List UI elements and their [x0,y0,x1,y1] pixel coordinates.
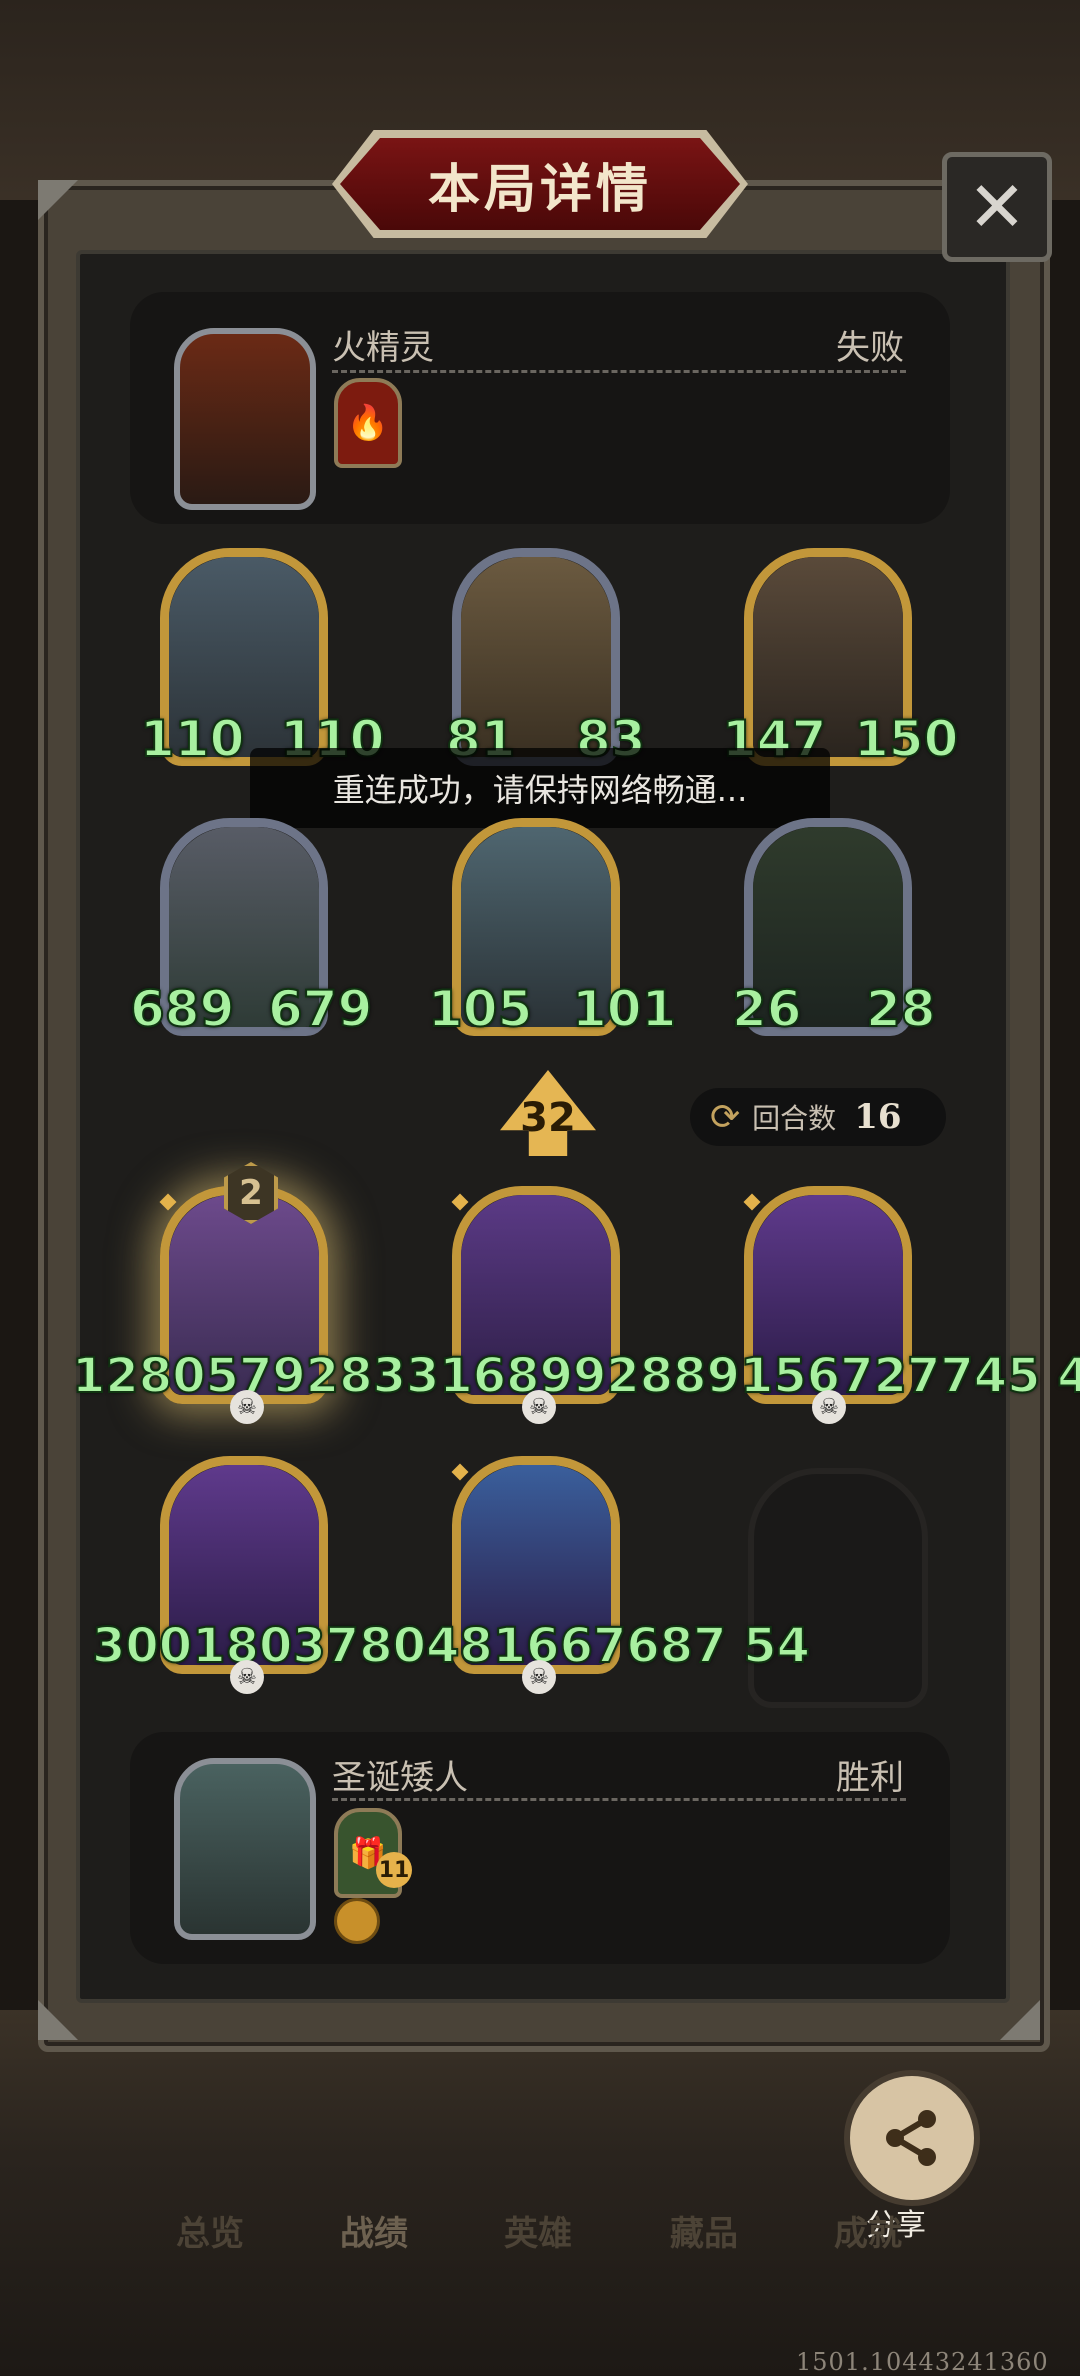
tab-overview[interactable]: 总览 [176,2206,244,2255]
fire-icon: 🔥 [346,403,390,443]
share-button[interactable] [844,2070,980,2206]
skull-icon: ☠ [812,1390,846,1424]
opponent-avatar[interactable] [174,328,316,510]
player-row2-stats: 3001803780481667687 54 [91,1618,811,1674]
refresh-icon: ⟳ [710,1096,741,1138]
skull-icon: ☠ [230,1390,264,1424]
gold-coin-icon [334,1898,380,1944]
skull-icon: ☠ [230,1660,264,1694]
divider [332,370,906,373]
round-label: 回合数 [752,1102,837,1135]
round-value: 16 [854,1097,902,1137]
trinket-count: 11 [376,1852,412,1888]
card-attack: 689 [129,980,235,1038]
share-icon [886,2110,936,2166]
tab-heroes[interactable]: 英雄 [504,2206,572,2255]
player-name: 圣诞矮人 [332,1758,468,1798]
tab-collection[interactable]: 藏品 [670,2206,738,2255]
player-panel: 圣诞矮人 胜利 🎁 11 [130,1732,950,1964]
card-attack: 26 [731,980,803,1038]
opponent-panel: 火精灵 失败 🔥 [130,292,950,524]
skull-icon: ☠ [522,1660,556,1694]
opponent-name: 火精灵 [332,328,434,368]
round-counter: ⟳ 回合数 16 [690,1088,946,1146]
tab-record[interactable]: 战绩 [340,2206,408,2255]
close-icon: ✕ [967,166,1027,248]
skull-icon: ☠ [522,1390,556,1424]
dialog-title: 本局详情 [427,159,652,220]
player-result: 胜利 [836,1758,904,1798]
player-row1-stats: 12805792833168992889156727745 40 [71,1348,1080,1404]
reconnect-toast: 重连成功，请保持网络畅通... [250,748,830,828]
card-health: 28 [865,980,937,1038]
card-attack: 105 [427,980,533,1038]
divider [332,1798,906,1801]
fire-trinket[interactable]: 🔥 [334,378,402,468]
title-banner: 本局详情 [340,138,740,230]
tab-achievements[interactable]: 成就 [834,2206,902,2255]
card-health: 101 [571,980,677,1038]
close-button[interactable]: ✕ [942,152,1052,262]
opponent-result: 失败 [836,328,904,368]
player-avatar[interactable] [174,1758,316,1940]
version-text: 1501.10443241360 [796,2348,1049,2376]
card-health: 150 [853,710,959,768]
card-health: 679 [267,980,373,1038]
card-attack: 110 [139,710,245,768]
